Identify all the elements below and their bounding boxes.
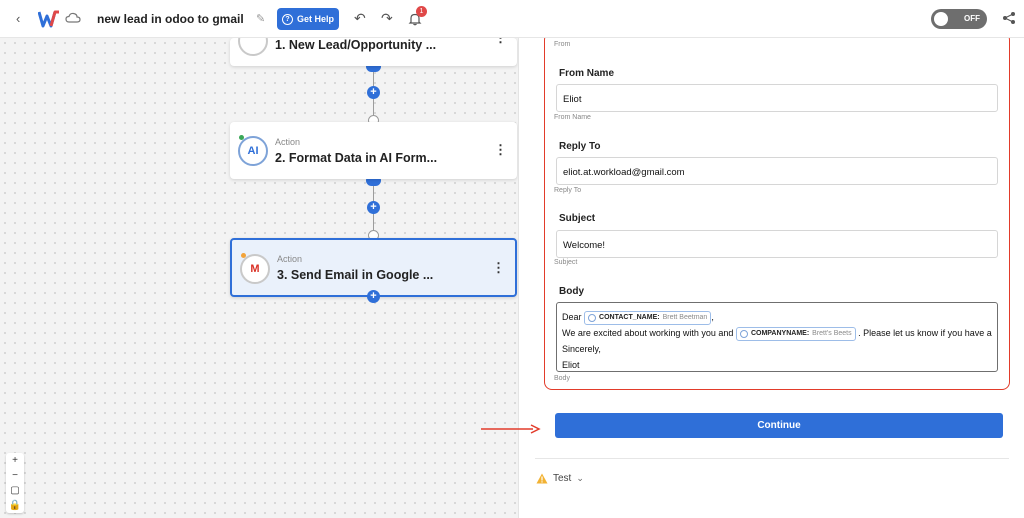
body-editor[interactable]: Dear CONTACT_NAME: Brett Beetman , We are… (556, 302, 998, 372)
from-name-label: From Name (559, 68, 615, 79)
body-hint: Body (554, 375, 570, 382)
add-step-button[interactable]: + (367, 201, 380, 214)
subject-input[interactable]: Welcome! (556, 230, 998, 258)
reply-to-hint: Reply To (554, 187, 582, 194)
body-label: Body (559, 286, 584, 297)
lock-icon[interactable]: 🔒 (9, 500, 21, 511)
toggle-knob (934, 12, 948, 26)
test-section-toggle[interactable]: Test ⌄ (536, 473, 584, 484)
chevron-down-icon: ⌄ (576, 473, 584, 483)
company-name-chip[interactable]: COMPANYNAME: Brett's Beets (735, 326, 856, 341)
variable-icon (739, 329, 748, 338)
add-step-button[interactable]: + (367, 290, 380, 303)
contact-name-chip[interactable]: CONTACT_NAME: Brett Beetman (584, 310, 712, 325)
field-hint: From (554, 41, 571, 48)
help-icon: ? (281, 13, 293, 25)
add-step-button[interactable]: + (367, 86, 380, 99)
continue-button[interactable]: Continue (555, 413, 1003, 438)
workflow-node-format-data[interactable]: AI Action 2. Format Data in AI Form... ⋮ (230, 122, 517, 179)
redo-icon[interactable]: ↷ (381, 10, 393, 27)
body-line: Eliot (562, 360, 580, 370)
warning-icon (536, 473, 548, 484)
cloud-icon (65, 12, 81, 23)
back-icon[interactable]: ‹ (16, 11, 20, 26)
workflow-node-send-email[interactable]: M Action 3. Send Email in Google ... ⋮ (230, 238, 517, 297)
share-icon[interactable] (1002, 11, 1016, 25)
zoom-in-icon[interactable]: + (12, 455, 18, 466)
test-label: Test (553, 473, 572, 484)
divider (535, 458, 1009, 459)
gmail-icon: M (240, 254, 270, 284)
reply-to-input[interactable]: eliot.at.workload@gmail.com (556, 157, 998, 185)
node-type: Action (277, 254, 303, 264)
undo-icon[interactable]: ↶ (354, 10, 366, 27)
notification-badge: 1 (416, 6, 427, 17)
get-help-label: Get Help (296, 14, 334, 24)
subject-hint: Subject (554, 259, 578, 266)
node-title: 2. Format Data in AI Form... (275, 151, 438, 165)
variable-icon (588, 313, 597, 322)
node-menu-icon[interactable]: ⋮ (494, 142, 507, 158)
from-name-hint: From Name (554, 114, 591, 121)
toggle-label: OFF (964, 14, 980, 23)
body-line: Sincerely, (562, 344, 601, 354)
node-title: 1. New Lead/Opportunity ... (275, 38, 437, 52)
workflow-toggle[interactable]: OFF (931, 9, 987, 29)
fit-view-icon[interactable]: ▢ (10, 485, 19, 496)
ai-formatter-icon: AI (238, 136, 268, 166)
zoom-controls: + − ▢ 🔒 (6, 453, 24, 513)
arrow-annotation (481, 424, 541, 434)
status-dot (241, 253, 246, 258)
logo-icon[interactable] (38, 10, 60, 28)
reply-to-label: Reply To (559, 141, 601, 152)
status-dot (239, 135, 244, 140)
workflow-node-trigger[interactable]: 1. New Lead/Opportunity ... ⋮ (230, 26, 517, 66)
zoom-out-icon[interactable]: − (12, 470, 18, 481)
get-help-button[interactable]: ? Get Help (277, 8, 339, 30)
node-menu-icon[interactable]: ⋮ (492, 260, 505, 276)
body-line: Dear CONTACT_NAME: Brett Beetman , (562, 309, 992, 325)
from-name-input[interactable]: Eliot (556, 84, 998, 112)
node-type: Action (275, 137, 301, 147)
subject-label: Subject (559, 213, 596, 224)
body-line: We are excited about working with you an… (562, 325, 992, 341)
edit-pencil-icon[interactable]: ✎ (256, 12, 265, 25)
workflow-title: new lead in odoo to gmail (97, 12, 244, 26)
top-bar: ‹ new lead in odoo to gmail ✎ ? Get Help… (0, 0, 1024, 38)
node-title: 3. Send Email in Google ... (277, 268, 434, 282)
